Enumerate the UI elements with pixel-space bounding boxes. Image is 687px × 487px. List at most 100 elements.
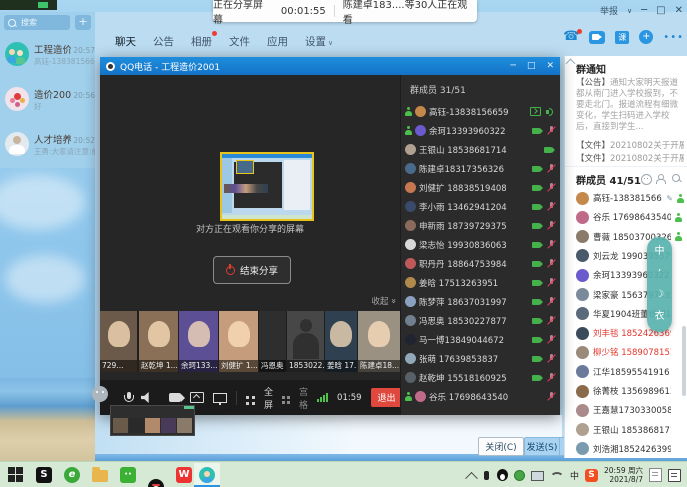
exit-call-button[interactable]: 退出 xyxy=(371,388,403,407)
fullscreen-icon[interactable] xyxy=(246,396,249,399)
video-thumbnail[interactable]: 姜晗 17... xyxy=(325,311,357,372)
group-member-row[interactable]: 江华18595541916 xyxy=(576,363,684,381)
call-member-row[interactable]: 职丹丹 18864753984 xyxy=(405,254,557,273)
call-member-row[interactable]: 梁志怡 19930836063 xyxy=(405,235,557,254)
send-button[interactable]: 发送(S) xyxy=(524,437,560,456)
close-button[interactable]: ✕ xyxy=(675,5,683,16)
call-member-row[interactable]: 张萌 17639853837 xyxy=(405,349,557,368)
input-language-indicator[interactable]: 中 xyxy=(570,469,579,482)
call-member-row[interactable]: 余珂13393960322 xyxy=(405,121,557,140)
mic-toggle-icon[interactable] xyxy=(126,392,132,404)
video-thumbnail[interactable]: 陈建卓18... xyxy=(358,311,400,372)
camera-toggle-icon[interactable] xyxy=(169,393,181,402)
chat-list-item[interactable]: 人才培养方20:52王勇:大家请注意:前期… xyxy=(0,122,95,166)
network-icon[interactable] xyxy=(550,472,564,484)
ime-lang-indicator[interactable]: 中 xyxy=(655,247,665,257)
close-chat-button[interactable]: 关闭(C) xyxy=(478,437,524,456)
video-thumbnail[interactable]: 赵乾坤 1... xyxy=(139,311,178,372)
whiteboard-icon[interactable] xyxy=(213,393,227,403)
group-gift-icon[interactable] xyxy=(641,174,652,185)
qq-active-window-icon[interactable] xyxy=(199,467,215,483)
voice-call-icon[interactable]: ☎ xyxy=(563,31,579,43)
call-member-row[interactable]: 王银山 18538681714 xyxy=(405,140,557,159)
chat-list-item[interactable]: 工程造价20020:57高钰-13838156659:… xyxy=(0,32,95,76)
call-member-row[interactable]: 李小雨 13462941204 xyxy=(405,197,557,216)
tab-相册[interactable]: 相册 xyxy=(191,34,212,49)
emoji-float-icon[interactable] xyxy=(92,386,108,402)
add-button[interactable]: + xyxy=(75,15,91,30)
member-search-icon[interactable] xyxy=(672,174,680,182)
wechat-icon[interactable]: ·· xyxy=(120,467,136,483)
chat-list-item[interactable]: 造价2001谷20:56好 xyxy=(0,77,95,121)
more-menu-icon[interactable]: ••• xyxy=(663,32,684,43)
video-call-icon[interactable] xyxy=(589,31,605,44)
call-member-row[interactable]: 谷乐 17698643540 xyxy=(405,387,557,406)
video-mini-popup[interactable] xyxy=(110,405,195,436)
black-app-icon[interactable]: S xyxy=(36,467,52,483)
call-minimize-button[interactable]: ─ xyxy=(511,61,516,71)
call-member-row[interactable]: 马一博13849044672 xyxy=(405,330,557,349)
qq-icon[interactable] xyxy=(148,479,164,487)
scrollbar-thumb[interactable] xyxy=(682,326,686,396)
video-thumbnail[interactable]: 余珂133... xyxy=(179,311,218,372)
edit-card-icon[interactable]: ✎ xyxy=(666,194,673,203)
group-member-row[interactable]: 徐菁枝 13569896137 xyxy=(576,382,684,400)
tray-pc-icon[interactable] xyxy=(531,471,544,481)
group-member-row[interactable]: 刘浩湘18524263990 xyxy=(576,440,684,458)
invite-member-icon[interactable] xyxy=(656,174,665,183)
call-title-bar[interactable]: QQ电话 - 工程造价2001 xyxy=(100,57,560,75)
tab-应用[interactable]: 应用 xyxy=(267,34,288,49)
end-share-button[interactable]: 结束分享 xyxy=(213,256,291,284)
tab-设置[interactable]: 设置∨ xyxy=(305,34,333,49)
file-explorer-icon[interactable] xyxy=(92,470,108,482)
speaker-toggle-icon[interactable] xyxy=(141,392,152,403)
call-member-row[interactable]: 冯思奥 18530227877 xyxy=(405,311,557,330)
search-box[interactable] xyxy=(4,15,70,30)
clock[interactable]: 20:59 周六2021/8/7 xyxy=(604,466,643,484)
ime-night-mode-icon[interactable]: ☽ xyxy=(655,290,664,300)
group-file-item[interactable]: 【文件】20210802关于开展第... xyxy=(576,152,684,164)
video-thumbnail[interactable]: 1853022... xyxy=(287,311,324,372)
report-caret-icon[interactable]: ∨ xyxy=(627,7,632,15)
sogou-ime-bar[interactable]: 中 ’ ☽ 衣 xyxy=(647,237,672,332)
action-center-icon[interactable] xyxy=(668,469,681,482)
group-member-row[interactable]: 谷乐 17698643540 xyxy=(576,208,684,226)
panel-collapse-icon[interactable] xyxy=(566,59,576,69)
sticky-notes-icon[interactable] xyxy=(649,468,662,482)
group-announcement[interactable]: 【公告】通知大家明天报道都从南门进入学校报到，不要走北门。报道流程有细微变化，学… xyxy=(576,78,680,133)
report-button[interactable]: 举报 xyxy=(600,4,618,17)
grid-view-label[interactable]: 宫格 xyxy=(299,385,308,411)
call-member-row[interactable]: 刘健扩 18838519408 xyxy=(405,178,557,197)
screen-share-icon[interactable] xyxy=(190,392,204,403)
tray-qq-icon[interactable] xyxy=(497,469,508,481)
search-input[interactable] xyxy=(19,17,67,28)
tray-360-icon[interactable] xyxy=(514,470,525,481)
tray-mic-icon[interactable] xyxy=(484,471,489,480)
fullscreen-label[interactable]: 全屏 xyxy=(264,385,273,411)
grid-view-icon[interactable] xyxy=(282,396,285,399)
tab-文件[interactable]: 文件 xyxy=(229,34,250,49)
ime-symbol-icon[interactable]: ’ xyxy=(658,269,661,279)
tab-聊天[interactable]: 聊天 xyxy=(115,34,136,49)
ie-browser-icon[interactable]: e xyxy=(64,467,80,483)
call-member-row[interactable]: 姜晗 17513263951 xyxy=(405,273,557,292)
group-member-row[interactable]: 柳少铭 15890781577 xyxy=(576,343,684,361)
call-member-row[interactable]: 赵乾坤 15518160925 xyxy=(405,368,557,387)
group-member-row[interactable]: 高钰-1383815665✎ xyxy=(576,189,684,207)
call-maximize-button[interactable]: □ xyxy=(527,61,536,71)
wps-icon[interactable]: W xyxy=(176,467,192,483)
call-close-button[interactable]: ✕ xyxy=(546,61,554,71)
ime-skin-icon[interactable]: 衣 xyxy=(655,312,665,322)
group-file-item[interactable]: 【文件】20210802关于开展第... xyxy=(576,139,684,151)
qplus-icon[interactable]: + xyxy=(639,30,653,44)
tab-公告[interactable]: 公告 xyxy=(153,34,174,49)
call-member-row[interactable]: 申新雨 18739729375 xyxy=(405,216,557,235)
video-thumbnail[interactable]: 刘健扩 1... xyxy=(219,311,258,372)
call-member-row[interactable]: 陈梦萍 18637031997 xyxy=(405,292,557,311)
sogou-tray-icon[interactable]: S xyxy=(585,469,598,482)
tray-expand-icon[interactable] xyxy=(465,471,478,484)
collapse-thumbnails-button[interactable]: 收起 » xyxy=(371,295,396,307)
minimize-button[interactable]: ─ xyxy=(641,5,647,16)
maximize-button[interactable]: □ xyxy=(656,5,665,16)
video-thumbnail[interactable]: 729... xyxy=(100,311,137,372)
